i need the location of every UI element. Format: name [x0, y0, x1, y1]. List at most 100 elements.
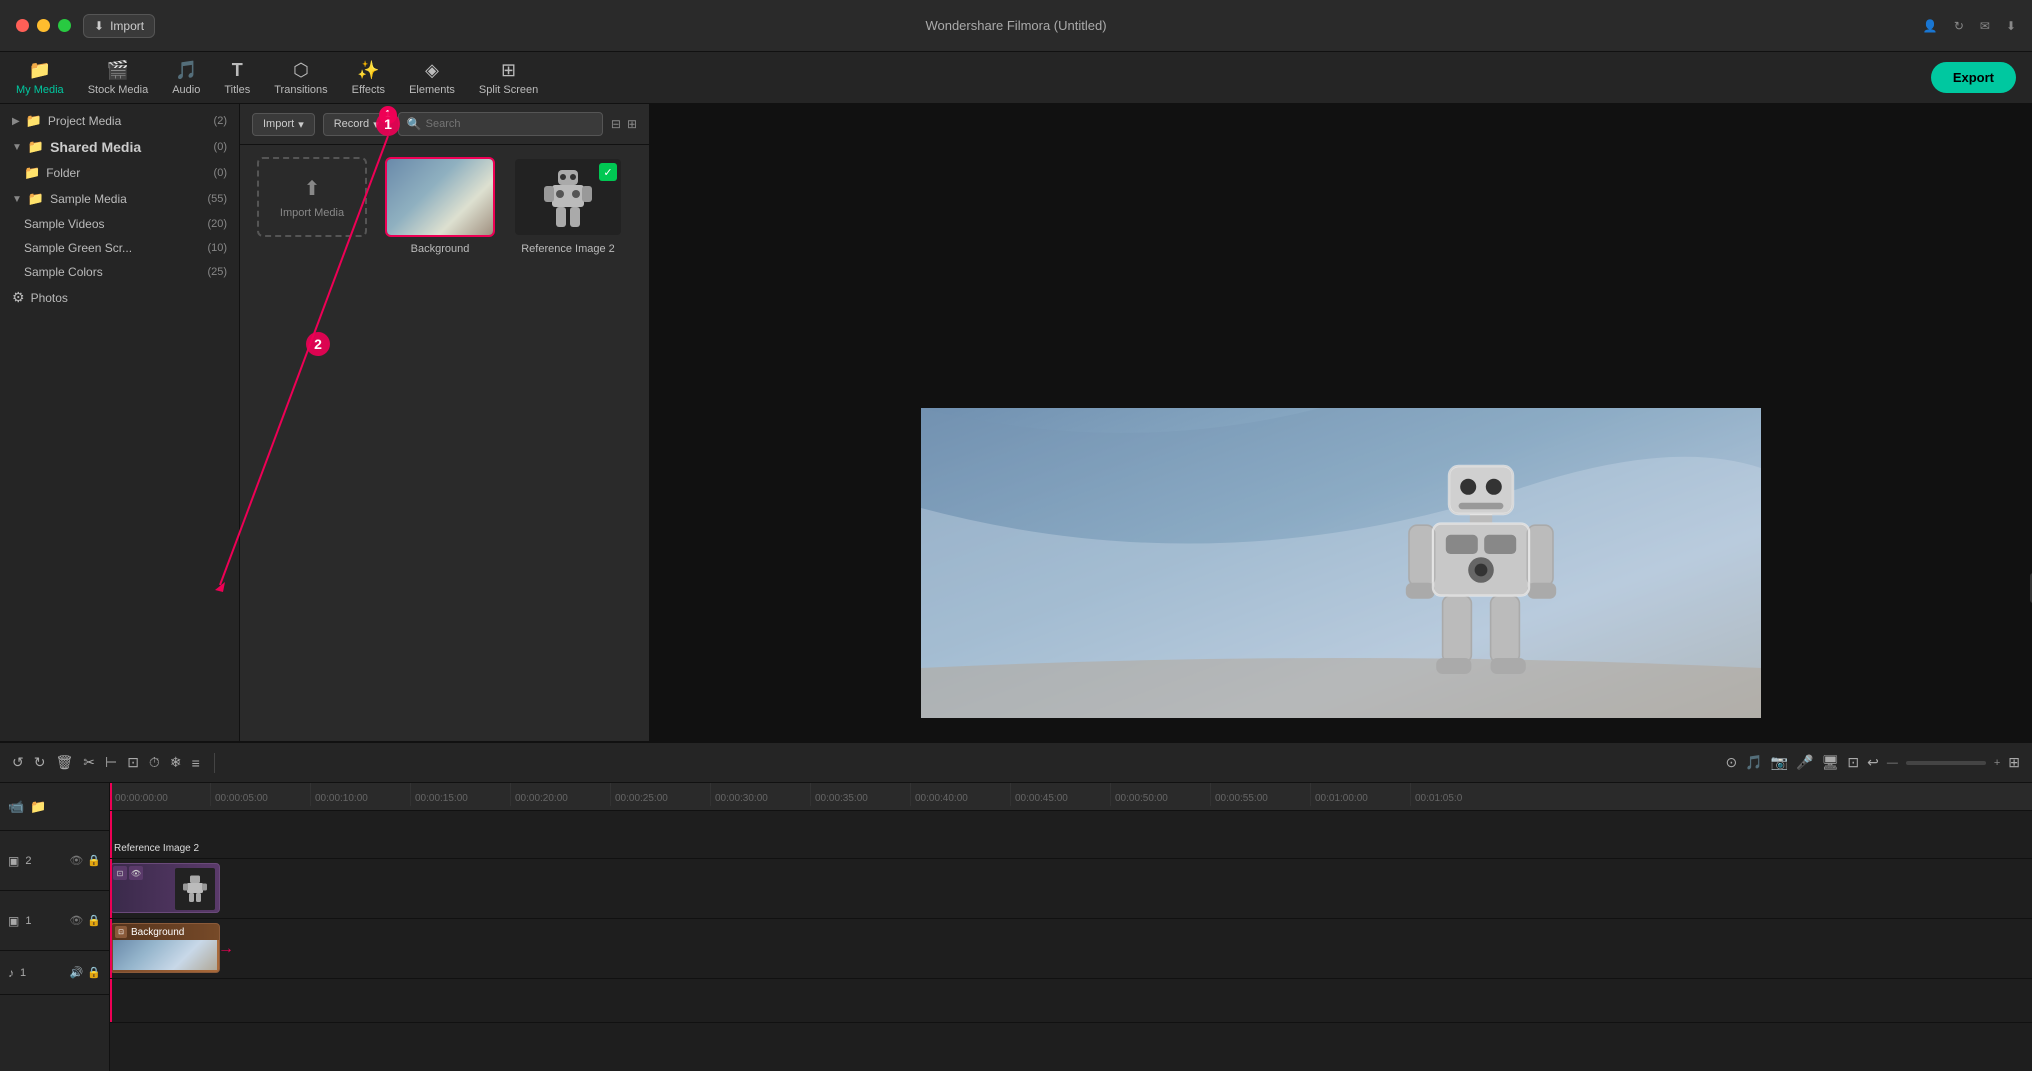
media-grid-toolbar: Import ▾ Record ▾ 1 🔍 ⊟ ⊞	[240, 104, 649, 145]
toolbar-elements[interactable]: ◈ Elements	[409, 60, 455, 96]
background-media-item[interactable]: Background	[380, 157, 500, 255]
add-video-track-icon[interactable]: 📹	[8, 799, 24, 815]
track-2-eye-icon[interactable]: 👁	[69, 854, 83, 867]
toolbar-audio[interactable]: 🎵 Audio	[172, 60, 200, 96]
playhead-audio-line	[110, 979, 112, 1022]
folder-icon-4: 📁	[28, 191, 44, 207]
ruler-mark-2: 00:00:10:00	[310, 783, 410, 806]
reference-image-media-item[interactable]: ✓ Reference Image 2	[508, 157, 628, 255]
download-icon[interactable]: ⬇	[2006, 19, 2016, 33]
background-clip-label: Background	[131, 927, 184, 938]
tree-sample-green-screen[interactable]: Sample Green Scr... (10)	[0, 236, 239, 260]
ruler-mark-4: 00:00:20:00	[510, 783, 610, 806]
undo-button[interactable]: ↺	[12, 754, 24, 771]
transitions-icon: ⬡	[293, 60, 309, 81]
import-button[interactable]: Import ▾	[252, 113, 315, 136]
audio-volume-icon[interactable]: 🔊	[70, 966, 84, 979]
fit-button[interactable]: ⊞	[2008, 754, 2020, 771]
sample-green-count: (10)	[207, 242, 227, 254]
ruler-mark-11: 00:00:55:00	[1210, 783, 1310, 806]
import-media-button[interactable]: ⬆ Import Media	[257, 157, 367, 237]
toolbar-stock-media[interactable]: 🎬 Stock Media	[88, 60, 149, 96]
mail-icon[interactable]: ✉	[1980, 19, 1990, 33]
track-1-lock-icon[interactable]: 🔒	[87, 914, 101, 927]
add-media-track-icon[interactable]: 📁	[30, 799, 46, 815]
refresh-icon[interactable]: ↻	[1954, 19, 1964, 33]
mic-button[interactable]: 🎤	[1796, 754, 1813, 771]
zoom-out-icon[interactable]: —	[1887, 757, 1898, 769]
split-button[interactable]: ⊢	[105, 754, 117, 771]
ruler-mark-9: 00:00:45:00	[1010, 783, 1110, 806]
tree-sample-colors[interactable]: Sample Colors (25)	[0, 260, 239, 284]
toolbar-effects[interactable]: ✨ Effects	[352, 60, 385, 96]
speed-button[interactable]: ⏱	[149, 754, 160, 771]
minimize-button[interactable]	[37, 19, 50, 32]
close-button[interactable]	[16, 19, 29, 32]
rewind-button[interactable]: ↩	[1867, 754, 1879, 771]
ruler-mark-8: 00:00:40:00	[910, 783, 1010, 806]
import-media-item[interactable]: ⬆ Import Media	[252, 157, 372, 255]
track-2-lock-icon[interactable]: 🔒	[87, 854, 101, 867]
sample-videos-count: (20)	[207, 218, 227, 230]
import-window-button[interactable]: ⬇ Import	[83, 14, 155, 38]
crop-button[interactable]: ⊡	[127, 754, 139, 771]
robot-clip-icon	[180, 871, 210, 907]
camera-button[interactable]: 📷	[1771, 754, 1788, 771]
preview-video	[921, 408, 1761, 718]
track-labels: 📹 📁 ▣ 2 👁 🔒 ▣ 1 👁 🔒	[0, 783, 110, 1071]
audio-track-number: 1	[20, 967, 26, 979]
track-1-number: 1	[25, 915, 31, 927]
folder-icon-2: 📁	[28, 139, 44, 155]
zoom-slider[interactable]	[1906, 761, 1986, 765]
track-1-eye-icon[interactable]: 👁	[69, 914, 83, 927]
ruler-mark-13: 00:01:05:0	[1410, 783, 1510, 806]
tree-sample-media[interactable]: ▼ 📁 Sample Media (55)	[0, 186, 239, 212]
playhead[interactable]	[110, 783, 112, 810]
audio-track-label: ♪ 1 🔊 🔒	[0, 951, 109, 995]
screen-button[interactable]: 🖥	[1822, 754, 1840, 771]
folder-icon: 📁	[26, 113, 42, 129]
user-icon[interactable]: 👤	[1923, 19, 1938, 33]
toolbar-split-screen[interactable]: ⊞ Split Screen	[479, 60, 538, 96]
maximize-button[interactable]	[58, 19, 71, 32]
toolbar-transitions[interactable]: ⬡ Transitions	[274, 60, 327, 96]
redo-button[interactable]: ↻	[34, 754, 46, 771]
track-1-controls: 👁 🔒	[69, 914, 101, 927]
delete-button[interactable]: 🗑	[55, 754, 73, 771]
tree-shared-media[interactable]: ▼ 📁 Shared Media (0)	[0, 134, 239, 160]
audio-button[interactable]: 🎵	[1745, 754, 1762, 771]
search-icon: 🔍	[407, 117, 422, 131]
toolbar-titles[interactable]: T Titles	[224, 60, 250, 96]
drop-arrow: →	[218, 940, 234, 958]
record-button[interactable]: Record ▾ 1	[323, 113, 390, 136]
sample-green-screen-label: Sample Green Scr...	[24, 241, 132, 255]
cut-button[interactable]: ✂	[83, 754, 95, 771]
track-2-label: ▣ 2 👁 🔒	[0, 831, 109, 891]
background-clip[interactable]: ⊡ Background	[110, 923, 220, 973]
tree-sample-videos[interactable]: Sample Videos (20)	[0, 212, 239, 236]
search-input[interactable]	[426, 118, 594, 130]
stock-media-label: Stock Media	[88, 84, 149, 96]
tree-photos[interactable]: ⚙ Photos	[0, 284, 239, 311]
audio-lock-icon[interactable]: 🔒	[87, 966, 101, 979]
tree-project-media[interactable]: ▶ 📁 Project Media (2)	[0, 108, 239, 134]
timeline-toolbar: ↺ ↻ 🗑 ✂ ⊢ ⊡ ⏱ ❄ ≡ ⊙ 🎵 📷 🎤 🖥 ⊡ ↩ — + ⊞	[0, 743, 2032, 783]
snap-button[interactable]: ⊙	[1726, 754, 1738, 771]
more-button[interactable]: ≡	[192, 755, 200, 771]
toolbar-my-media[interactable]: 📁 My Media	[16, 60, 64, 96]
filter-icon[interactable]: ⊟	[611, 117, 621, 131]
zoom-in-icon[interactable]: +	[1994, 757, 2000, 769]
import-arrow-icon: ▾	[298, 118, 304, 131]
effects-label: Effects	[352, 84, 385, 96]
reference-image-thumb[interactable]: ✓	[513, 157, 623, 237]
caption-button[interactable]: ⊡	[1847, 754, 1859, 771]
grid-view-icon[interactable]: ⊞	[627, 117, 637, 131]
export-button[interactable]: Export	[1931, 62, 2016, 93]
tree-folder[interactable]: 📁 Folder (0)	[0, 160, 239, 186]
background-thumb[interactable]	[385, 157, 495, 237]
freeze-button[interactable]: ❄	[170, 754, 182, 771]
search-box[interactable]: 🔍	[398, 112, 603, 136]
folder-icon-3: 📁	[24, 165, 40, 181]
import-icon: ⬇	[94, 19, 104, 33]
reference-image-clip[interactable]: ⊡ 👁	[110, 863, 220, 913]
